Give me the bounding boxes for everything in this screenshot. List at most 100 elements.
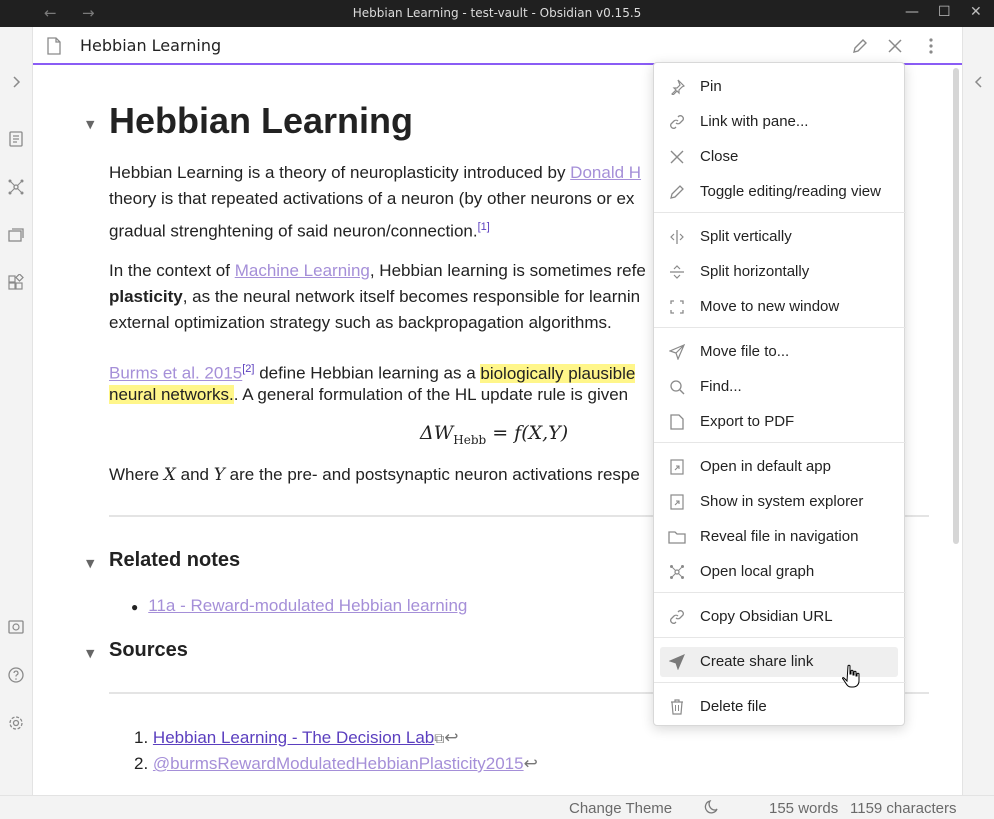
- help-icon[interactable]: [6, 665, 26, 685]
- vault-icon[interactable]: [6, 617, 26, 637]
- paper-plane-icon: [668, 343, 686, 361]
- text: are the pre- and postsynaptic neuron act…: [224, 465, 640, 484]
- pencil-icon: [668, 183, 686, 201]
- paragraph-2-line-3: external optimization strategy such as b…: [109, 313, 612, 332]
- list-item: ● 11a - Reward-modulated Hebbian learning: [131, 593, 467, 620]
- formula-lhs: ΔW: [420, 422, 454, 444]
- split-horizontal-icon: [668, 263, 686, 281]
- menu-label: Split horizontally: [700, 263, 810, 280]
- fold-chevron-icon[interactable]: ▼: [86, 118, 94, 131]
- change-theme-button[interactable]: Change Theme: [569, 800, 672, 817]
- menu-item-find[interactable]: Find...: [660, 372, 898, 402]
- burms-link[interactable]: Burms et al. 2015: [109, 364, 242, 383]
- menu-item-link-with-pane[interactable]: Link with pane...: [660, 107, 898, 137]
- command-palette-icon[interactable]: [6, 129, 26, 149]
- link-icon: [668, 608, 686, 626]
- trash-icon: [668, 698, 686, 716]
- source-link[interactable]: Hebbian Learning - The Decision Lab: [153, 728, 434, 747]
- menu-item-create-share-link[interactable]: Create share link: [660, 647, 898, 677]
- expand-sidebar-icon[interactable]: [6, 72, 26, 92]
- menu-item-close[interactable]: Close: [660, 142, 898, 172]
- math-y: Y: [213, 465, 225, 485]
- menu-separator: [654, 592, 906, 593]
- text: and: [175, 465, 214, 484]
- menu-label: Move to new window: [700, 298, 840, 315]
- plugins-icon[interactable]: [6, 273, 26, 293]
- scrollbar[interactable]: [953, 68, 959, 544]
- menu-item-move-file[interactable]: Move file to...: [660, 337, 898, 367]
- menu-separator: [654, 442, 906, 443]
- menu-item-toggle-view[interactable]: Toggle editing/reading view: [660, 177, 898, 207]
- folder-icon: [668, 528, 686, 546]
- split-vertical-icon: [668, 228, 686, 246]
- fold-chevron-icon[interactable]: ▼: [86, 647, 94, 660]
- math-formula: ΔWHebb = f(X,Y): [420, 422, 568, 447]
- note-heading: Hebbian Learning: [109, 100, 414, 141]
- related-note-link[interactable]: 11a - Reward-modulated Hebbian learning: [148, 596, 467, 615]
- bold-text: plasticity: [109, 287, 183, 306]
- external-app-icon: [668, 458, 686, 476]
- menu-item-split-vertically[interactable]: Split vertically: [660, 222, 898, 252]
- menu-item-open-default-app[interactable]: Open in default app: [660, 452, 898, 482]
- pencil-icon[interactable]: [850, 36, 870, 56]
- menu-label: Reveal file in navigation: [700, 528, 859, 545]
- footnote-ref-2[interactable]: [2]: [242, 363, 254, 375]
- menu-label: Delete file: [700, 698, 767, 715]
- menu-item-move-to-new-window[interactable]: Move to new window: [660, 292, 898, 322]
- paragraph-2-line-1: In the context of Machine Learning, Hebb…: [109, 258, 646, 284]
- paragraph-4: Where X and Y are the pre- and postsynap…: [109, 462, 640, 488]
- menu-label: Show in system explorer: [700, 493, 864, 510]
- text: define Hebbian learning as a: [254, 363, 481, 383]
- text: , as the neural network itself becomes r…: [182, 287, 641, 306]
- graph-icon: [668, 563, 686, 581]
- hand-cursor-icon: [842, 664, 860, 688]
- maximize-button[interactable]: ☐: [938, 4, 951, 20]
- paragraph-2-line-2: plasticity, as the neural network itself…: [109, 284, 640, 310]
- machine-learning-link[interactable]: Machine Learning: [235, 261, 370, 280]
- menu-item-copy-obsidian-url[interactable]: Copy Obsidian URL: [660, 602, 898, 632]
- expand-right-sidebar-icon[interactable]: [969, 72, 989, 92]
- close-window-button[interactable]: ✕: [970, 4, 982, 20]
- footnote-backref-icon[interactable]: ↩: [524, 754, 538, 773]
- paper-plane-icon: [668, 653, 686, 671]
- minimize-button[interactable]: —: [905, 4, 919, 20]
- menu-item-reveal-in-navigation[interactable]: Reveal file in navigation: [660, 522, 898, 552]
- menu-label: Copy Obsidian URL: [700, 608, 833, 625]
- cards-icon[interactable]: [6, 225, 26, 245]
- donald-hebb-link[interactable]: Donald H: [570, 163, 641, 182]
- menu-label: Move file to...: [700, 343, 790, 360]
- footnote-backref-icon[interactable]: ↩: [444, 728, 458, 747]
- menu-item-delete-file[interactable]: Delete file: [660, 692, 898, 722]
- file-icon: [44, 36, 64, 56]
- menu-label: Create share link: [700, 653, 814, 670]
- close-icon[interactable]: [885, 36, 905, 56]
- graph-view-icon[interactable]: [6, 177, 26, 197]
- pane-context-menu: Pin Link with pane... Close Toggle editi…: [653, 62, 906, 726]
- paragraph-3-line-2: neural networks.. A general formulation …: [109, 382, 628, 408]
- text: In the context of: [109, 261, 235, 280]
- settings-gear-icon[interactable]: [6, 713, 26, 733]
- menu-label: Link with pane...: [700, 113, 809, 130]
- menu-separator: [654, 637, 906, 638]
- source-item-1: 1. Hebbian Learning - The Decision Lab⧉↩: [134, 725, 459, 751]
- menu-label: Export to PDF: [700, 413, 795, 430]
- sources-heading: Sources: [109, 639, 188, 661]
- menu-separator: [654, 327, 906, 328]
- moon-icon[interactable]: [704, 799, 720, 819]
- link-icon: [668, 113, 686, 131]
- menu-item-show-in-explorer[interactable]: Show in system explorer: [660, 487, 898, 517]
- menu-item-open-local-graph[interactable]: Open local graph: [660, 557, 898, 587]
- more-options-icon[interactable]: [921, 36, 941, 56]
- footnote-ref-1[interactable]: [1]: [478, 221, 490, 233]
- document-icon: [668, 413, 686, 431]
- left-ribbon: [0, 27, 33, 795]
- citation-link[interactable]: @burmsRewardModulatedHebbianPlasticity20…: [153, 754, 524, 773]
- fold-chevron-icon[interactable]: ▼: [86, 557, 94, 570]
- menu-item-pin[interactable]: Pin: [660, 72, 898, 102]
- menu-item-split-horizontally[interactable]: Split horizontally: [660, 257, 898, 287]
- text: Where: [109, 465, 164, 484]
- menu-label: Pin: [700, 78, 722, 95]
- menu-item-export-pdf[interactable]: Export to PDF: [660, 407, 898, 437]
- formula-subscript: Hebb: [453, 432, 487, 447]
- paragraph-1-line-3: gradual strenghtening of said neuron/con…: [109, 214, 490, 245]
